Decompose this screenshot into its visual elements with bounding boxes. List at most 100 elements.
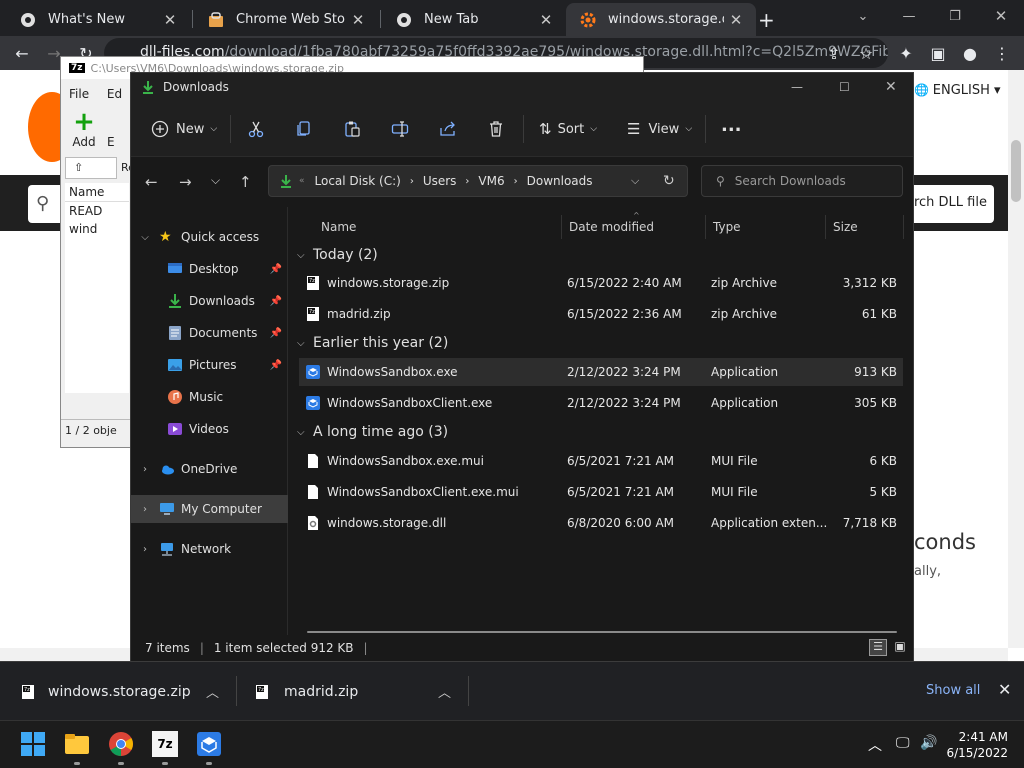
chevron-right-icon[interactable]: › <box>131 544 159 555</box>
column-name[interactable]: Name <box>65 183 129 202</box>
column-divider[interactable] <box>705 215 706 239</box>
chevron-right-icon[interactable]: › <box>131 464 159 475</box>
paste-icon[interactable] <box>343 116 361 142</box>
chevron-up-icon[interactable]: ︿ <box>438 682 451 701</box>
nav-downloads[interactable]: Downloads 📌 <box>131 287 288 315</box>
table-row[interactable]: 7z madrid.zip 6/15/2022 2:36 AM zip Arch… <box>299 300 903 328</box>
clock[interactable]: 2:41 AM 6/15/2022 <box>946 729 1008 761</box>
rename-icon[interactable] <box>391 116 409 142</box>
extensions-icon[interactable]: ✦ <box>894 41 918 65</box>
view-button[interactable]: ☰ View ⌵ <box>627 116 692 142</box>
back-icon[interactable]: ← <box>145 173 158 191</box>
chevron-up-icon[interactable]: ︿ <box>868 735 882 755</box>
tab-windows-storage-dll[interactable]: windows.storage.dll fre ✕ <box>566 3 756 36</box>
breadcrumb-users[interactable]: Users <box>423 174 457 188</box>
nav-music[interactable]: Music <box>131 383 288 411</box>
nav-videos[interactable]: Videos <box>131 415 288 443</box>
column-divider[interactable] <box>903 215 904 239</box>
new-button[interactable]: New ⌵ <box>151 116 217 142</box>
overflow-chevron-icon[interactable]: « <box>299 176 305 186</box>
column-divider[interactable] <box>561 215 562 239</box>
tab-close-icon[interactable]: ✕ <box>534 11 558 29</box>
more-options-icon[interactable]: ... <box>721 112 742 138</box>
download-item[interactable]: 7z windows.storage.zip ︿ <box>0 662 236 721</box>
copy-icon[interactable] <box>295 116 313 142</box>
nav-onedrive[interactable]: › OneDrive <box>131 455 288 483</box>
nav-pictures[interactable]: Pictures 📌 <box>131 351 288 379</box>
nav-my-computer[interactable]: › My Computer <box>131 495 288 523</box>
breadcrumb-vm6[interactable]: VM6 <box>478 174 504 188</box>
forward-icon[interactable]: → <box>179 173 192 191</box>
tab-new-tab[interactable]: New Tab ✕ <box>376 3 566 36</box>
up-folder-icon[interactable]: ⇧ <box>65 157 117 179</box>
menu-edit[interactable]: Ed <box>107 87 122 101</box>
file-explorer-icon[interactable] <box>64 731 90 757</box>
table-row[interactable]: WindowsSandbox.exe 2/12/2022 3:24 PM App… <box>299 358 903 386</box>
sandbox-app-icon[interactable] <box>196 731 222 757</box>
chevron-up-icon[interactable]: ︿ <box>206 682 219 701</box>
column-header-date-modified[interactable]: Date modified ^ <box>569 211 654 241</box>
address-box[interactable]: « Local Disk (C:) › Users › VM6 › Downlo… <box>268 165 688 197</box>
chrome-icon[interactable] <box>108 731 134 757</box>
nav-network[interactable]: › Network <box>131 535 288 563</box>
share-icon[interactable]: ⇪ <box>822 41 846 65</box>
tab-search-icon[interactable]: ⌄ <box>840 0 886 32</box>
minimize-icon[interactable]: — <box>791 80 803 94</box>
breadcrumb-downloads[interactable]: Downloads <box>527 174 593 188</box>
recent-locations-icon[interactable]: ⌵ <box>211 173 220 188</box>
nav-desktop[interactable]: Desktop 📌 <box>131 255 288 283</box>
table-row[interactable]: WindowsSandbox.exe.mui 6/5/2021 7:21 AM … <box>299 447 903 475</box>
tab-close-icon[interactable]: ✕ <box>724 11 748 29</box>
table-row[interactable]: WindowsSandboxClient.exe 2/12/2022 3:24 … <box>299 389 903 417</box>
horizontal-scrollbar[interactable] <box>307 631 897 633</box>
list-item[interactable]: READ <box>65 202 129 220</box>
close-icon[interactable]: ✕ <box>978 0 1024 32</box>
side-panel-icon[interactable]: ▣ <box>926 41 950 65</box>
profile-icon[interactable]: ● <box>958 41 982 65</box>
table-row[interactable]: windows.storage.dll 6/8/2020 6:00 AM App… <box>299 509 903 537</box>
nav-quick-access[interactable]: ⌵ ★ Quick access <box>131 223 288 251</box>
menu-file[interactable]: File <box>69 87 89 101</box>
show-all-link[interactable]: Show all <box>926 683 980 698</box>
add-button[interactable]: + Add <box>69 109 99 149</box>
table-row[interactable]: WindowsSandboxClient.exe.mui 6/5/2021 7:… <box>299 478 903 506</box>
group-header-earlier-this-year[interactable]: ⌵ Earlier this year (2) <box>297 331 448 355</box>
nav-documents[interactable]: Documents 📌 <box>131 319 288 347</box>
7zip-app-icon[interactable]: 7z <box>152 731 178 757</box>
table-row[interactable]: 7z windows.storage.zip 6/15/2022 2:40 AM… <box>299 269 903 297</box>
new-tab-button[interactable]: + <box>758 3 788 36</box>
search-dll-button[interactable]: arch DLL file <box>906 185 994 223</box>
group-header-long-time-ago[interactable]: ⌵ A long time ago (3) <box>297 420 448 444</box>
group-header-today[interactable]: ⌵ Today (2) <box>297 243 378 267</box>
up-icon[interactable]: ↑ <box>239 173 252 191</box>
maximize-icon[interactable]: ☐ <box>839 80 850 94</box>
windows-start-icon[interactable] <box>20 731 46 757</box>
menu-icon[interactable]: ⋮ <box>990 41 1014 65</box>
extract-button[interactable]: E <box>107 135 115 149</box>
restore-icon[interactable]: ❐ <box>932 0 978 32</box>
back-arrow-icon[interactable]: ← <box>10 41 34 65</box>
column-header-type[interactable]: Type <box>713 213 741 241</box>
column-header-name[interactable]: Name <box>321 213 356 241</box>
sort-button[interactable]: ⇅ Sort ⌵ <box>539 116 597 142</box>
chevron-down-icon[interactable]: ⌵ <box>131 232 159 243</box>
cut-icon[interactable] <box>247 116 265 142</box>
chevron-right-icon[interactable]: › <box>131 504 159 515</box>
tab-chrome-web-store[interactable]: Chrome Web Store - Ex ✕ <box>188 3 378 36</box>
volume-icon[interactable]: 🔊 <box>920 735 937 751</box>
network-icon[interactable]: 🖵 <box>896 735 910 751</box>
close-icon[interactable]: ✕ <box>885 79 897 95</box>
minimize-icon[interactable]: — <box>886 0 932 32</box>
tab-close-icon[interactable]: ✕ <box>346 11 370 29</box>
tab-whats-new[interactable]: What's New ✕ <box>0 3 190 36</box>
download-item[interactable]: 7z madrid.zip ︿ <box>236 662 468 721</box>
address-dropdown-icon[interactable]: ⌵ <box>631 174 639 188</box>
search-downloads-input[interactable]: ⚲ Search Downloads <box>701 165 903 197</box>
refresh-icon[interactable]: ↻ <box>663 173 675 189</box>
list-item[interactable]: wind <box>65 220 129 238</box>
breadcrumb-local-disk[interactable]: Local Disk (C:) <box>315 174 401 188</box>
tiles-view-icon[interactable]: ▣ <box>891 639 909 656</box>
column-header-size[interactable]: Size <box>833 213 858 241</box>
page-scrollbar[interactable] <box>1008 70 1024 648</box>
language-selector[interactable]: 🌐 ENGLISH ▾ <box>914 83 1001 98</box>
